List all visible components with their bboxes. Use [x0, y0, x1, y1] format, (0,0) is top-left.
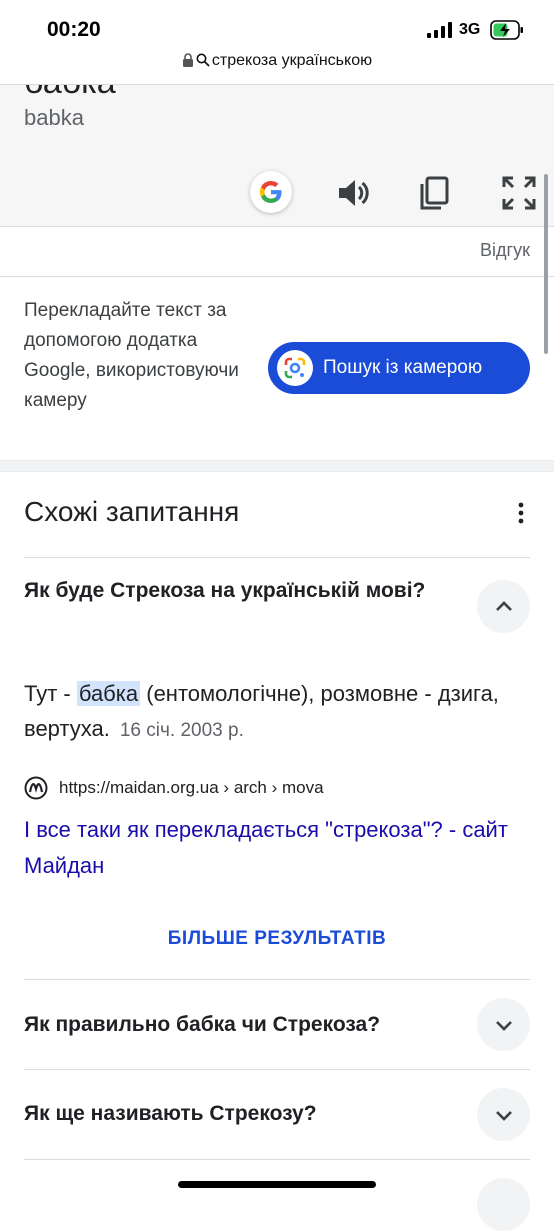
section-separator: [0, 460, 554, 472]
url-text: стрекоза українською: [211, 52, 373, 69]
source-url: https://maidan.org.ua › arch › mova: [59, 778, 324, 797]
answer-highlight: бабка: [76, 681, 141, 706]
divider: [24, 557, 530, 558]
expand-button[interactable]: [477, 998, 530, 1051]
divider: [24, 1159, 530, 1160]
camera-promo-text: Перекладайте текст за допомогою додатка …: [24, 300, 239, 411]
fullscreen-icon[interactable]: [499, 173, 539, 213]
chevron-up-icon: [495, 600, 512, 611]
copy-icon[interactable]: [415, 173, 455, 213]
related-questions-title: Схожі запитання: [24, 496, 240, 527]
divider: [0, 226, 554, 227]
speaker-icon[interactable]: [334, 173, 374, 213]
more-options-icon[interactable]: [508, 500, 534, 526]
expand-button[interactable]: [477, 1178, 530, 1231]
result-link[interactable]: І все таки як перекладається "стрекоза"?…: [24, 812, 524, 884]
chevron-down-icon: [495, 1110, 512, 1121]
site-favicon-icon: [24, 776, 48, 800]
question-1[interactable]: Як буде Стрекоза на українській мові?: [24, 576, 444, 606]
question-3[interactable]: Як ще називають Стрекозу?: [24, 1099, 317, 1129]
answer-snippet: Тут - бабка (ентомологічне), розмовне - …: [24, 676, 524, 748]
translated-word: бабка: [24, 85, 116, 102]
collapse-button[interactable]: [477, 580, 530, 633]
feedback-link[interactable]: Відгук: [480, 240, 530, 261]
clock: 00:20: [47, 18, 101, 41]
scrollbar[interactable]: [544, 174, 548, 354]
divider: [0, 276, 554, 277]
url-bar[interactable]: стрекоза українською: [0, 52, 554, 70]
answer-date: 16 січ. 2003 р.: [119, 720, 244, 741]
home-indicator[interactable]: [178, 1181, 376, 1188]
battery-charging-icon: [490, 20, 523, 40]
divider: [24, 979, 530, 980]
question-2[interactable]: Як правильно бабка чи Стрекоза?: [24, 1010, 380, 1040]
lock-icon: [182, 53, 193, 67]
source-row[interactable]: https://maidan.org.ua › arch › mova: [24, 776, 324, 800]
expand-button[interactable]: [477, 1088, 530, 1141]
more-results-button[interactable]: БІЛЬШЕ РЕЗУЛЬТАТІВ: [0, 928, 554, 950]
chevron-down-icon: [495, 1020, 512, 1031]
google-lens-icon: [277, 350, 313, 386]
network-type: 3G: [459, 21, 481, 38]
search-icon: [196, 53, 210, 67]
divider: [24, 1069, 530, 1070]
translation-panel: бабка babka: [0, 85, 554, 226]
camera-search-button[interactable]: Пошук із камерою: [268, 342, 530, 394]
cellular-signal-icon: [427, 22, 452, 38]
transliteration: babka: [24, 105, 84, 130]
google-translate-button[interactable]: [250, 171, 292, 213]
status-bar: 00:20 3G стрекоза українською: [0, 0, 554, 84]
camera-search-label: Пошук із камерою: [323, 357, 483, 378]
answer-prefix: Тут -: [24, 681, 77, 706]
google-logo-icon: [260, 181, 282, 203]
